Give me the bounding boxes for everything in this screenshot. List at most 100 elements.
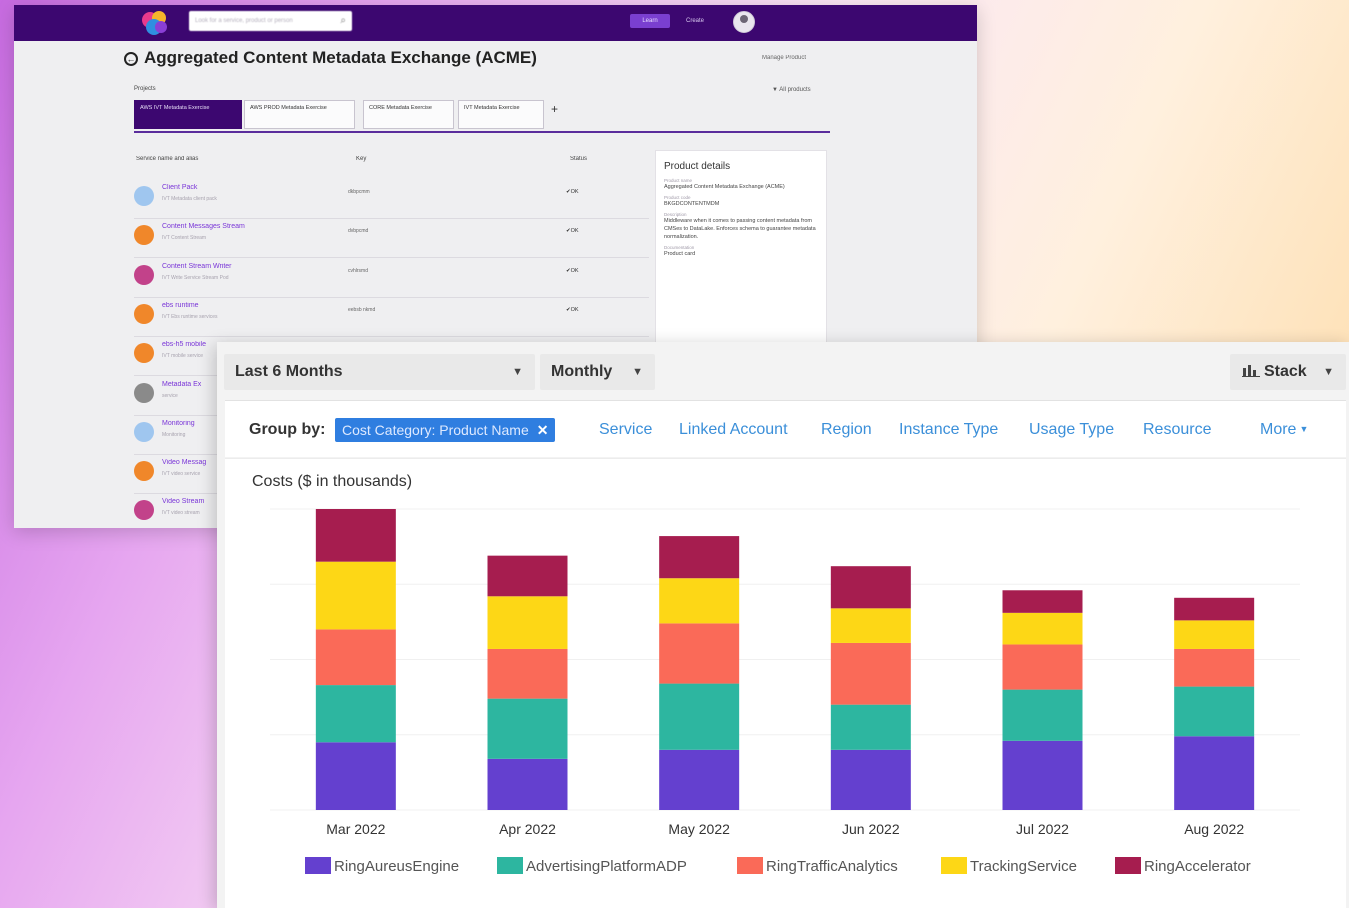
bar-segment-ringaccelerator[interactable]	[1174, 597, 1255, 621]
tab-ivt[interactable]: IVT Metadata Exercise	[458, 100, 544, 129]
legend-item[interactable]: TrackingService	[941, 857, 1077, 877]
service-row[interactable]: Content Stream Writer IVT Write Service S…	[134, 258, 649, 298]
bar-segment-advertisingplatformadp[interactable]	[315, 685, 396, 743]
detail-value[interactable]: Product card	[664, 250, 818, 258]
group-option-instance-type[interactable]: Instance Type	[899, 421, 998, 439]
group-option-linked-account[interactable]: Linked Account	[679, 421, 788, 439]
service-status: ✔OK	[566, 189, 579, 195]
all-products-link[interactable]: ▼ All products	[772, 87, 811, 93]
bar-segment-ringtrafficanalytics[interactable]	[1174, 648, 1255, 687]
cost-chart-panel: Costs ($ in thousands) Mar 2022 Apr 2022 M…	[225, 458, 1346, 908]
bar-segment-ringtrafficanalytics[interactable]	[659, 623, 740, 684]
x-tick-label: Jun 2022	[842, 821, 900, 837]
bar-segment-ringaureusengine[interactable]	[315, 742, 396, 810]
service-row[interactable]: ebs runtime IVT Ebs runtime services eebsb…	[134, 297, 649, 337]
top-nav-bar: Look for a service, product or person ⌕ …	[14, 5, 977, 41]
nav-primary-button[interactable]: Learn	[630, 14, 670, 28]
group-option-more[interactable]: More ▼	[1260, 421, 1308, 439]
page-title: ← Aggregated Content Metadata Exchange (A…	[124, 48, 537, 68]
service-status-text: OK	[570, 267, 579, 274]
service-icon	[134, 382, 154, 403]
service-alias: service	[162, 392, 178, 399]
legend-item[interactable]: RingTrafficAnalytics	[737, 857, 898, 877]
service-key: dkbpcmm	[348, 189, 370, 195]
detail-value: Middleware when it comes to passing cont…	[664, 218, 816, 240]
manage-product-link[interactable]: Manage Product	[762, 55, 806, 61]
bar-segment-advertisingplatformadp[interactable]	[1002, 689, 1083, 741]
tab-aws-prod[interactable]: AWS PROD Metadata Exercise	[244, 100, 355, 129]
bar-segment-ringaureusengine[interactable]	[487, 758, 568, 810]
tab-core[interactable]: CORE Metadata Exercise	[363, 100, 454, 129]
bar-segment-ringaureusengine[interactable]	[830, 749, 911, 810]
legend-item[interactable]: RingAureusEngine	[305, 857, 459, 877]
service-name-link[interactable]: Content Stream Writer	[162, 263, 232, 270]
service-name-link[interactable]: ebs runtime	[162, 302, 199, 309]
page-title-text: Aggregated Content Metadata Exchange (AC…	[144, 48, 537, 67]
bar-segment-ringaccelerator[interactable]	[659, 536, 740, 579]
active-group-chip[interactable]: Cost Category: Product Name ✕	[335, 418, 556, 442]
legend-item[interactable]: RingAccelerator	[1115, 857, 1251, 877]
search-input[interactable]: Look for a service, product or person ⌕	[189, 11, 352, 31]
group-option-resource[interactable]: Resource	[1143, 421, 1211, 439]
bar-segment-ringaureusengine[interactable]	[1002, 740, 1083, 810]
chevron-down-icon: ▼	[632, 366, 643, 378]
group-option-service[interactable]: Service	[599, 421, 652, 439]
service-status: ✔OK	[566, 228, 579, 234]
product-details-panel: Product details Product name Aggregated …	[655, 150, 827, 350]
service-row[interactable]: Content Messages Stream IVT Content Strea…	[134, 218, 649, 259]
bar-segment-ringtrafficanalytics[interactable]	[1002, 644, 1083, 690]
service-name-link[interactable]: Monitoring	[162, 420, 195, 427]
search-icon[interactable]: ⌕	[340, 11, 346, 31]
service-icon	[134, 461, 154, 482]
service-name-link[interactable]: Video Stream	[162, 498, 204, 505]
bar-segment-trackingservice[interactable]	[1174, 620, 1255, 649]
bar-segment-ringaureusengine[interactable]	[1174, 736, 1255, 810]
group-option-region[interactable]: Region	[821, 421, 872, 439]
bar-segment-ringaccelerator[interactable]	[487, 555, 568, 597]
service-name-link[interactable]: Content Messages Stream	[162, 223, 245, 230]
bar-segment-trackingservice[interactable]	[487, 596, 568, 649]
bar-segment-ringaccelerator[interactable]	[830, 566, 911, 609]
user-avatar[interactable]	[733, 11, 755, 33]
column-header-service[interactable]: Service name and alias	[136, 156, 198, 162]
add-tab-button[interactable]: +	[551, 102, 558, 116]
column-header-status[interactable]: Status	[570, 156, 587, 162]
service-name-link[interactable]: ebs-h5 mobile	[162, 341, 206, 348]
tab-aws-ivt[interactable]: AWS IVT Metadata Exercise	[134, 100, 242, 129]
legend-item[interactable]: AdvertisingPlatformADP	[497, 857, 687, 877]
search-placeholder: Look for a service, product or person	[195, 18, 293, 24]
bar-segment-advertisingplatformadp[interactable]	[830, 704, 911, 750]
close-icon[interactable]: ✕	[537, 422, 549, 438]
bar-segment-advertisingplatformadp[interactable]	[659, 683, 740, 750]
bar-segment-trackingservice[interactable]	[315, 561, 396, 630]
nav-secondary-button[interactable]: Create	[682, 14, 708, 28]
bar-segment-trackingservice[interactable]	[659, 578, 740, 624]
column-header-key[interactable]: Key	[356, 156, 366, 162]
bar-segment-ringaccelerator[interactable]	[315, 509, 396, 562]
service-name-link[interactable]: Client Pack	[162, 184, 197, 191]
group-by-bar: Group by: Cost Category: Product Name ✕ S…	[225, 400, 1346, 457]
service-icon	[134, 343, 154, 364]
service-alias: IVT video service	[162, 471, 201, 478]
bar-segment-ringtrafficanalytics[interactable]	[315, 629, 396, 686]
bar-segment-ringtrafficanalytics[interactable]	[830, 642, 911, 705]
bar-segment-trackingservice[interactable]	[830, 608, 911, 643]
group-option-usage-type[interactable]: Usage Type	[1029, 421, 1114, 439]
service-alias: IVT mobile service	[162, 353, 204, 360]
bar-segment-ringtrafficanalytics[interactable]	[487, 648, 568, 699]
x-tick-label: Jul 2022	[1016, 821, 1069, 837]
service-name-link[interactable]: Video Messag	[162, 459, 206, 466]
bar-segment-advertisingplatformadp[interactable]	[487, 698, 568, 759]
chart-style-dropdown[interactable]: Stack ▼	[1230, 354, 1346, 390]
date-range-dropdown[interactable]: Last 6 Months ▼	[224, 354, 535, 390]
back-arrow-icon[interactable]: ←	[124, 52, 138, 66]
granularity-dropdown[interactable]: Monthly ▼	[540, 354, 655, 390]
bar-segment-ringaccelerator[interactable]	[1002, 590, 1083, 613]
service-name-link[interactable]: Metadata Ex	[162, 381, 201, 388]
all-products-label: All products	[779, 87, 811, 93]
cost-explorer-panel: Last 6 Months ▼ Monthly ▼ Stack ▼ Group by:…	[217, 342, 1349, 908]
bar-segment-ringaureusengine[interactable]	[659, 749, 740, 810]
service-row[interactable]: Client Pack IVT Metadata client pack dkbpc…	[134, 179, 649, 219]
bar-segment-advertisingplatformadp[interactable]	[1174, 686, 1255, 737]
bar-segment-trackingservice[interactable]	[1002, 612, 1083, 645]
